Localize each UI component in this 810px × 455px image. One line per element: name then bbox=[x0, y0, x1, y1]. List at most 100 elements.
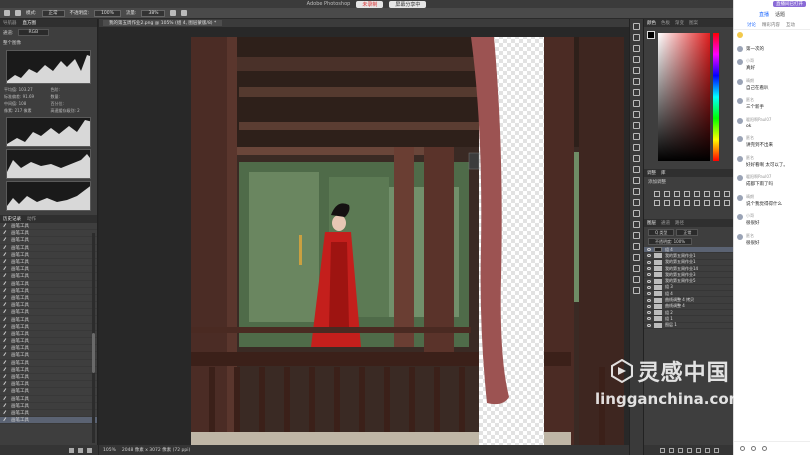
exposure-adjust-icon[interactable] bbox=[684, 191, 690, 197]
history-item[interactable]: 画笔工具 bbox=[0, 402, 97, 410]
tab-color[interactable]: 颜色 bbox=[647, 20, 656, 26]
more-icon[interactable] bbox=[762, 446, 767, 451]
scrollbar-thumb[interactable] bbox=[92, 333, 95, 373]
history-item[interactable]: 画笔工具 bbox=[0, 259, 97, 267]
tab-libraries[interactable]: 库 bbox=[661, 170, 666, 176]
frame-tool-icon[interactable] bbox=[633, 78, 640, 85]
avatar[interactable] bbox=[737, 136, 743, 142]
path-select-tool-icon[interactable] bbox=[633, 210, 640, 217]
eye-icon[interactable] bbox=[647, 285, 651, 289]
photo-filter-adjust-icon[interactable] bbox=[654, 200, 660, 206]
blur-tool-icon[interactable] bbox=[633, 166, 640, 173]
snapshot-icon[interactable] bbox=[69, 447, 74, 453]
avatar[interactable] bbox=[737, 194, 743, 201]
history-item[interactable]: 画笔工具 bbox=[0, 417, 97, 425]
history-item[interactable]: 画笔工具 bbox=[0, 295, 97, 303]
tab-swatches[interactable]: 色板 bbox=[661, 20, 670, 26]
color-lookup-adjust-icon[interactable] bbox=[674, 200, 680, 206]
history-item[interactable]: 画笔工具 bbox=[0, 302, 97, 310]
tab-patterns[interactable]: 图案 bbox=[689, 20, 698, 26]
hue-slider[interactable] bbox=[713, 33, 719, 161]
tab-channels[interactable]: 通道 bbox=[661, 220, 670, 226]
history-item[interactable]: 画笔工具 bbox=[0, 230, 97, 238]
avatar[interactable] bbox=[737, 155, 743, 162]
eye-icon[interactable] bbox=[647, 292, 651, 296]
black-white-adjust-icon[interactable] bbox=[724, 191, 730, 197]
tab-histogram[interactable]: 直方图 bbox=[23, 20, 37, 26]
history-item[interactable]: 画笔工具 bbox=[0, 252, 97, 259]
home-icon[interactable] bbox=[4, 10, 10, 16]
avatar[interactable] bbox=[737, 98, 743, 104]
share-button[interactable]: 屏幕分享中 bbox=[389, 0, 427, 8]
layer-row[interactable]: 图层 1 bbox=[644, 322, 734, 329]
tab-topic[interactable]: 话题 bbox=[775, 11, 785, 18]
pen-tool-icon[interactable] bbox=[633, 188, 640, 195]
channel-select[interactable]: RGB bbox=[17, 29, 50, 36]
history-item[interactable]: 画笔工具 bbox=[0, 223, 97, 231]
history-item[interactable]: 画笔工具 bbox=[0, 345, 97, 353]
status-zoom[interactable]: 105% bbox=[103, 448, 116, 453]
history-item[interactable]: 画笔工具 bbox=[0, 410, 97, 418]
link-icon[interactable] bbox=[659, 447, 665, 453]
color-picker-field[interactable] bbox=[658, 33, 710, 161]
dodge-tool-icon[interactable] bbox=[633, 177, 640, 184]
flow-field[interactable]: 38% bbox=[141, 9, 166, 17]
history-item[interactable]: 画笔工具 bbox=[0, 395, 97, 403]
swatch-tool-icon[interactable] bbox=[633, 265, 640, 272]
avatar[interactable] bbox=[737, 45, 743, 52]
avatar[interactable] bbox=[737, 59, 743, 65]
tab-highlights[interactable]: 精彩内容 bbox=[762, 22, 780, 28]
color-balance-adjust-icon[interactable] bbox=[714, 191, 720, 197]
channel-mixer-adjust-icon[interactable] bbox=[664, 200, 670, 206]
airbrush-icon[interactable] bbox=[170, 10, 177, 16]
history-item[interactable]: 画笔工具 bbox=[0, 273, 97, 281]
history-item[interactable]: 画笔工具 bbox=[0, 331, 97, 338]
eye-icon[interactable] bbox=[647, 260, 651, 264]
eyedropper-tool-icon[interactable] bbox=[633, 89, 640, 96]
tab-interaction[interactable]: 互动 bbox=[786, 22, 795, 28]
posterize-adjust-icon[interactable] bbox=[694, 200, 700, 206]
pressure-icon[interactable] bbox=[181, 10, 188, 16]
eye-icon[interactable] bbox=[647, 267, 651, 271]
clone-tool-icon[interactable] bbox=[633, 122, 640, 129]
threshold-adjust-icon[interactable] bbox=[704, 200, 710, 206]
history-item[interactable]: 画笔工具 bbox=[0, 316, 97, 324]
opacity-field[interactable]: 100% bbox=[94, 9, 121, 17]
source-label[interactable]: 整个图像 bbox=[3, 40, 21, 46]
history-item[interactable]: 画笔工具 bbox=[0, 309, 97, 317]
mode-select[interactable]: 正常 bbox=[41, 9, 65, 17]
record-button[interactable]: 未录制 bbox=[356, 0, 384, 8]
marquee-tool-icon[interactable] bbox=[633, 34, 640, 41]
camera-icon[interactable] bbox=[78, 447, 83, 453]
brush-tool-icon[interactable] bbox=[15, 10, 21, 16]
eye-icon[interactable] bbox=[647, 304, 651, 308]
tab-actions[interactable]: 动作 bbox=[27, 216, 36, 222]
brightness-adjust-icon[interactable] bbox=[654, 191, 660, 197]
layer-kind-filter[interactable]: Q 类型 bbox=[648, 229, 675, 236]
selective-color-adjust-icon[interactable] bbox=[714, 200, 720, 206]
canvas-image[interactable] bbox=[99, 27, 629, 445]
history-brush-tool-icon[interactable] bbox=[633, 133, 640, 140]
gradient-map-adjust-icon[interactable] bbox=[724, 200, 730, 206]
fx-icon[interactable] bbox=[668, 447, 674, 453]
tab-adjustments[interactable]: 调整 bbox=[647, 170, 656, 176]
rectangle-tool-icon[interactable] bbox=[633, 221, 640, 228]
tab-gradients[interactable]: 渐变 bbox=[675, 20, 684, 26]
history-item[interactable]: 画笔工具 bbox=[0, 287, 97, 295]
emoji-icon[interactable] bbox=[740, 446, 745, 451]
curves-adjust-icon[interactable] bbox=[674, 191, 680, 197]
eye-icon[interactable] bbox=[647, 248, 651, 252]
invert-adjust-icon[interactable] bbox=[684, 200, 690, 206]
avatar[interactable] bbox=[737, 78, 743, 85]
history-item[interactable]: 画笔工具 bbox=[0, 244, 97, 252]
image-icon[interactable] bbox=[751, 446, 756, 451]
eye-icon[interactable] bbox=[647, 279, 651, 283]
document-tab[interactable]: 我的第五周作业2.png @ 105% (组 4, 图层蒙版/8) * bbox=[103, 20, 223, 26]
eye-icon[interactable] bbox=[647, 317, 651, 321]
folder-icon[interactable] bbox=[695, 447, 701, 453]
history-item[interactable]: 画笔工具 bbox=[0, 359, 97, 367]
history-item[interactable]: 画笔工具 bbox=[0, 323, 97, 331]
adjustment-icon[interactable] bbox=[686, 447, 692, 453]
eye-icon[interactable] bbox=[647, 311, 651, 315]
lasso-tool-icon[interactable] bbox=[633, 45, 640, 52]
